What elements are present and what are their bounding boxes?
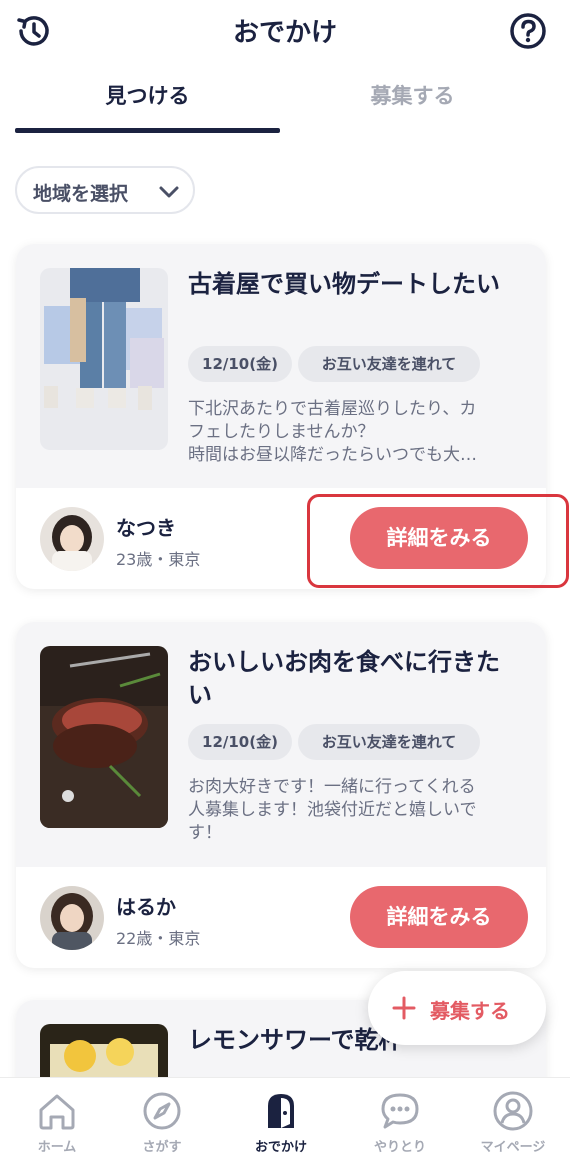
nav-search[interactable]: さがす [105, 1078, 219, 1167]
view-details-button[interactable]: 詳細をみる [350, 886, 528, 948]
user-age-location: 22歳・東京 [116, 929, 201, 948]
nav-label: ホーム [37, 1140, 77, 1155]
tab-recruit[interactable]: 募集する [280, 80, 545, 110]
user-avatar[interactable] [40, 886, 104, 950]
card-photo-steak [40, 646, 168, 828]
bottom-nav: ホーム さがす おでかけ やりとり マイページ [0, 1077, 570, 1167]
nav-label: おでかけ [254, 1140, 307, 1155]
compass-icon [143, 1092, 181, 1130]
tab-find[interactable]: 見つける [15, 80, 280, 110]
card-description: お肉大好きです！一緒に行ってくれる 人募集します！池袋付近だと嬉しいで す！ [188, 777, 477, 843]
nav-label: マイページ [480, 1140, 546, 1155]
fab-label: 募集する [430, 999, 510, 1023]
date-tag: 12/10(金) [188, 346, 292, 382]
date-tag: 12/10(金) [188, 724, 292, 760]
nav-outing[interactable]: おでかけ [224, 1078, 338, 1167]
plus-icon [392, 996, 416, 1020]
nav-label: やりとり [373, 1140, 426, 1155]
user-avatar[interactable] [40, 507, 104, 571]
condition-tag: お互い友達を連れて [298, 346, 480, 382]
home-icon [39, 1094, 75, 1130]
condition-tag: お互い友達を連れて [298, 724, 480, 760]
user-age-location: 23歳・東京 [116, 550, 201, 569]
nav-mypage[interactable]: マイページ [456, 1078, 570, 1167]
nav-home[interactable]: ホーム [0, 1078, 114, 1167]
chevron-down-icon [159, 186, 179, 198]
highlight-box [307, 494, 569, 588]
chat-icon [381, 1093, 419, 1129]
user-name: なつき [116, 516, 176, 540]
nav-label: さがす [142, 1140, 182, 1155]
card-title: 古着屋で買い物デートしたい [188, 270, 500, 298]
recruit-fab[interactable]: 募集する [368, 971, 546, 1045]
card-title: おいしいお肉を食べに行きたい [188, 648, 500, 709]
question-icon[interactable] [508, 11, 548, 51]
outing-card[interactable]: おいしいお肉を食べに行きたい 12/10(金) お互い友達を連れて お肉大好きで… [16, 622, 546, 968]
card-photo-shopping [40, 268, 168, 450]
app-header: おでかけ [0, 0, 570, 62]
door-icon [268, 1094, 294, 1128]
nav-messages[interactable]: やりとり [343, 1078, 457, 1167]
region-select-dropdown[interactable]: 地域を選択 [15, 166, 195, 214]
tab-bar: 見つける 募集する [0, 62, 570, 134]
card-description: 下北沢あたりで古着屋巡りしたり、カ フェしたりしませんか？ 時間はお昼以降だった… [188, 399, 477, 465]
active-tab-indicator [15, 128, 280, 133]
region-select-label: 地域を選択 [33, 183, 129, 205]
user-name: はるか [116, 895, 176, 919]
user-icon [493, 1091, 533, 1131]
page-title: おでかけ [232, 18, 337, 48]
